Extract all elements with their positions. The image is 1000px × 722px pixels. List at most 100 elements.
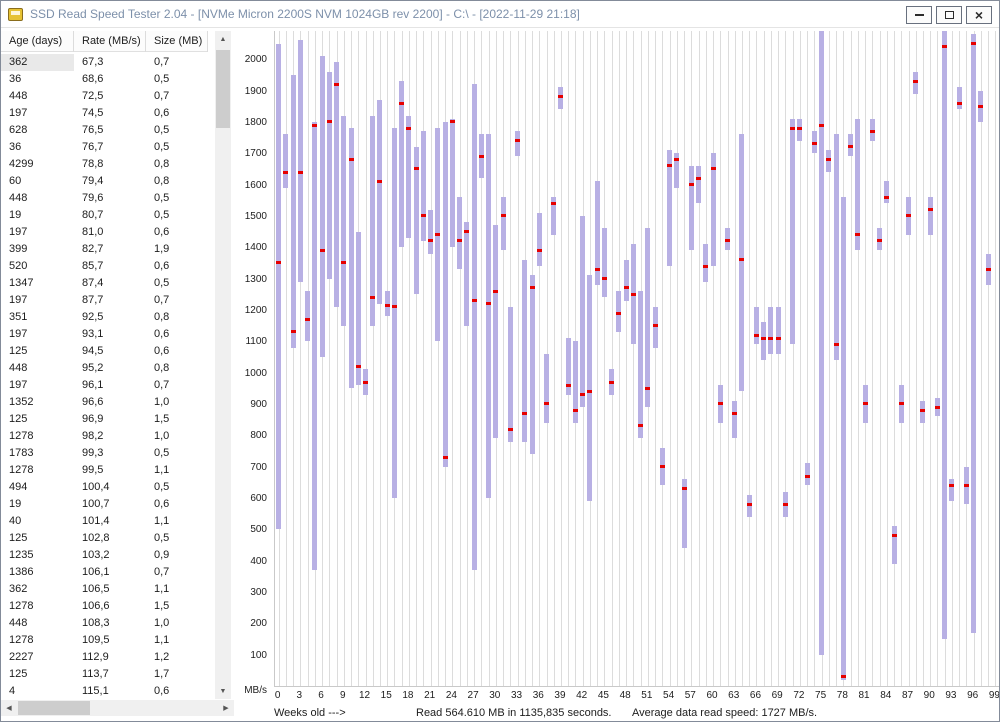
speed-range-bar — [696, 166, 701, 204]
table-row[interactable]: 178399,30,5 — [1, 445, 208, 462]
gridline — [988, 31, 989, 686]
table-row[interactable]: 3668,60,5 — [1, 71, 208, 88]
table-row[interactable]: 36267,30,7 — [1, 54, 208, 71]
y-tick-label: 1200 — [245, 305, 267, 316]
gridline — [431, 31, 432, 686]
speed-range-bar — [443, 122, 448, 467]
vertical-scrollbar-thumb[interactable] — [216, 50, 230, 128]
table-cell: 94,5 — [74, 343, 146, 360]
x-tick-label: 90 — [924, 690, 935, 701]
horizontal-scrollbar[interactable]: ◀ ▶ — [1, 700, 234, 716]
table-row[interactable]: 44872,50,7 — [1, 88, 208, 105]
table-cell: 1,5 — [146, 411, 208, 428]
table-cell: 494 — [1, 479, 74, 496]
gridline — [829, 31, 830, 686]
app-window: SSD Read Speed Tester 2.04 - [NVMe Micro… — [0, 0, 1000, 722]
table-cell: 0,5 — [146, 207, 208, 224]
x-tick-label: 60 — [706, 690, 717, 701]
column-header-rate[interactable]: Rate (MB/s) — [74, 31, 146, 52]
gridline — [916, 31, 917, 686]
table-cell: 1,1 — [146, 513, 208, 530]
avg-speed-marker — [899, 402, 904, 405]
close-button[interactable]: × — [966, 6, 992, 24]
gridline — [612, 31, 613, 686]
table-cell: 80,7 — [74, 207, 146, 224]
avg-speed-marker — [725, 239, 730, 242]
table-row[interactable]: 19796,10,7 — [1, 377, 208, 394]
vertical-scrollbar[interactable]: ▲ ▼ — [215, 31, 231, 699]
table-row[interactable]: 4115,10,6 — [1, 683, 208, 700]
table-row[interactable]: 127898,21,0 — [1, 428, 208, 445]
table-row[interactable]: 1278106,61,5 — [1, 598, 208, 615]
table-row[interactable]: 44879,60,5 — [1, 190, 208, 207]
horizontal-scrollbar-thumb[interactable] — [18, 701, 90, 715]
table-row[interactable]: 2227112,91,2 — [1, 649, 208, 666]
column-header-age[interactable]: Age (days) — [1, 31, 74, 52]
table-row[interactable]: 125102,80,5 — [1, 530, 208, 547]
table-row[interactable]: 19774,50,6 — [1, 105, 208, 122]
table-cell: 95,2 — [74, 360, 146, 377]
title-bar[interactable]: SSD Read Speed Tester 2.04 - [NVMe Micro… — [1, 1, 999, 28]
column-header-size[interactable]: Size (MB) — [146, 31, 208, 52]
y-tick-label: 600 — [250, 493, 267, 504]
table-row[interactable]: 39982,71,9 — [1, 241, 208, 258]
gridline — [684, 31, 685, 686]
speed-range-bar — [884, 181, 889, 203]
x-tick-label: 87 — [902, 690, 913, 701]
table-row[interactable]: 12594,50,6 — [1, 343, 208, 360]
table-row[interactable]: 125113,71,7 — [1, 666, 208, 683]
gridline — [286, 31, 287, 686]
table-row[interactable]: 1235103,20,9 — [1, 547, 208, 564]
x-tick-label: 63 — [728, 690, 739, 701]
table-cell: 92,5 — [74, 309, 146, 326]
scroll-right-icon[interactable]: ▶ — [218, 700, 234, 716]
table-row[interactable]: 35192,50,8 — [1, 309, 208, 326]
scroll-down-icon[interactable]: ▼ — [215, 683, 231, 699]
table-cell: 197 — [1, 377, 74, 394]
speed-range-bar — [841, 197, 846, 680]
table-row[interactable]: 19793,10,6 — [1, 326, 208, 343]
table-row[interactable]: 429978,80,8 — [1, 156, 208, 173]
table-row[interactable]: 135296,61,0 — [1, 394, 208, 411]
minimize-button[interactable] — [906, 6, 932, 24]
table-row[interactable]: 62876,50,5 — [1, 122, 208, 139]
table-cell: 1,5 — [146, 598, 208, 615]
table-row[interactable]: 1980,70,5 — [1, 207, 208, 224]
table-cell: 1235 — [1, 547, 74, 564]
gridline — [814, 31, 815, 686]
gridline — [785, 31, 786, 686]
avg-speed-marker — [349, 158, 354, 161]
table-row[interactable]: 52085,70,6 — [1, 258, 208, 275]
table-row[interactable]: 127899,51,1 — [1, 462, 208, 479]
table-row[interactable]: 40101,41,1 — [1, 513, 208, 530]
table-cell: 67,3 — [74, 54, 146, 71]
scroll-left-icon[interactable]: ◀ — [1, 700, 17, 716]
table-row[interactable]: 6079,40,8 — [1, 173, 208, 190]
x-tick-label: 72 — [793, 690, 804, 701]
table-row[interactable]: 19787,70,7 — [1, 292, 208, 309]
table-row[interactable]: 1386106,10,7 — [1, 564, 208, 581]
table-cell: 628 — [1, 122, 74, 139]
avg-speed-marker — [363, 381, 368, 384]
table-cell: 448 — [1, 615, 74, 632]
table-row[interactable]: 362106,51,1 — [1, 581, 208, 598]
table-row[interactable]: 19100,70,6 — [1, 496, 208, 513]
maximize-button[interactable] — [936, 6, 962, 24]
table-cell: 99,3 — [74, 445, 146, 462]
table-row[interactable]: 134787,40,5 — [1, 275, 208, 292]
table-row[interactable]: 19781,00,6 — [1, 224, 208, 241]
speed-range-bar — [493, 225, 498, 438]
gridline — [930, 31, 931, 686]
table-row[interactable]: 494100,40,5 — [1, 479, 208, 496]
avg-speed-marker — [747, 503, 752, 506]
y-tick-label: 400 — [250, 556, 267, 567]
scroll-up-icon[interactable]: ▲ — [215, 31, 231, 47]
table-row[interactable]: 12596,91,5 — [1, 411, 208, 428]
avg-speed-marker — [370, 296, 375, 299]
avg-speed-marker — [566, 384, 571, 387]
table-row[interactable]: 448108,31,0 — [1, 615, 208, 632]
table-row[interactable]: 3676,70,5 — [1, 139, 208, 156]
x-tick-label: 54 — [663, 690, 674, 701]
table-row[interactable]: 44895,20,8 — [1, 360, 208, 377]
table-row[interactable]: 1278109,51,1 — [1, 632, 208, 649]
